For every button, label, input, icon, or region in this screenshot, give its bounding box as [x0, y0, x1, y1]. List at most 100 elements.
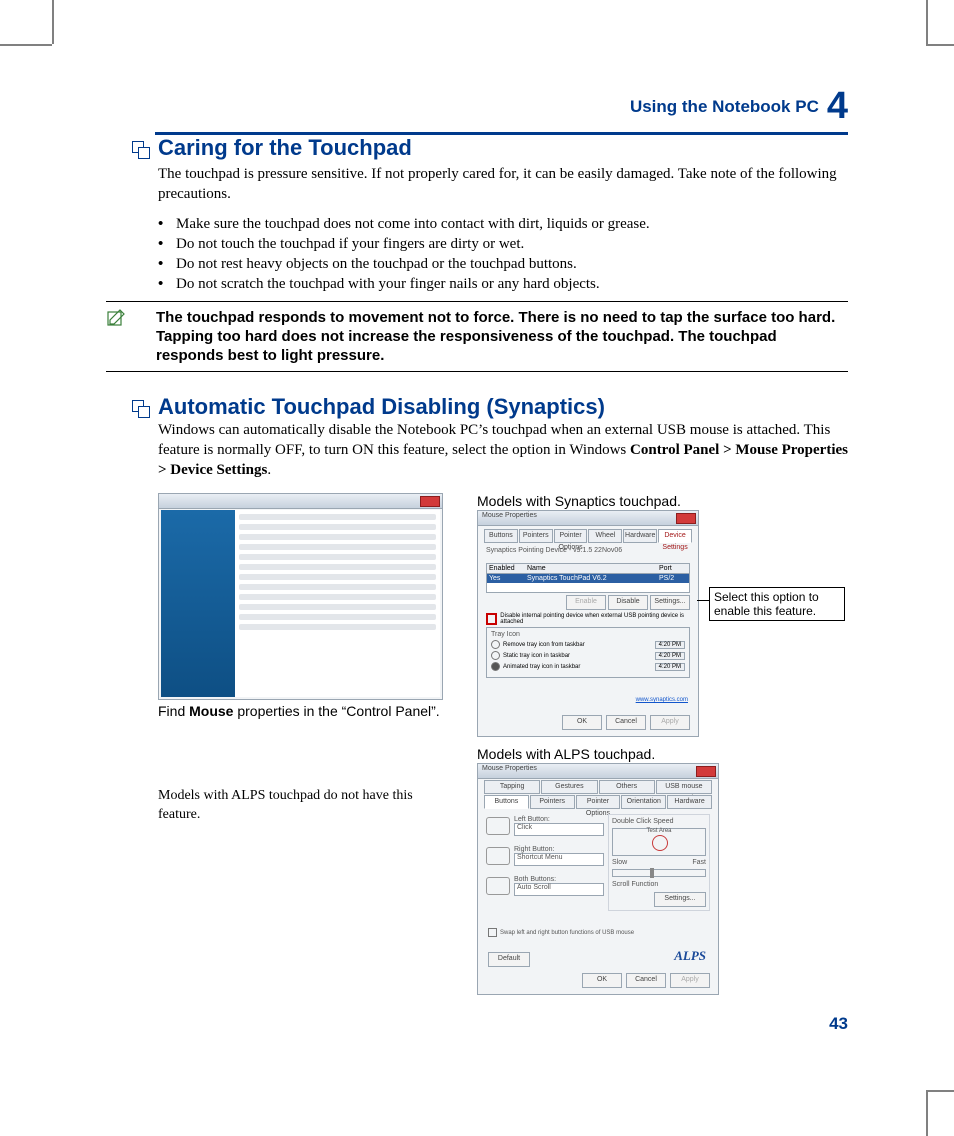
- screenshot-synaptics: Mouse Properties Buttons Pointers Pointe…: [477, 510, 699, 737]
- settings-button: Settings...: [654, 892, 706, 907]
- checkbox-icon: [488, 928, 497, 937]
- crop-mark: [926, 0, 928, 44]
- intro-paragraph: The touchpad is pressure sensitive. If n…: [158, 164, 848, 204]
- col-enabled: Enabled: [487, 564, 525, 573]
- right-btn-label: Right Button:: [514, 846, 604, 853]
- control-panel-content: [235, 510, 440, 697]
- note-icon: [106, 308, 126, 328]
- tray-opt-1: Static tray icon in taskbar: [503, 653, 652, 659]
- cap-cp-post: properties in the “Control Panel”.: [233, 703, 439, 719]
- window-title: Mouse Properties: [482, 765, 537, 772]
- window-titlebar: Mouse Properties: [478, 764, 718, 779]
- fast-label: Fast: [692, 859, 706, 866]
- list-item: Do not touch the touchpad if your finger…: [158, 234, 848, 254]
- cap-cp-bold: Mouse: [189, 703, 233, 719]
- crop-mark: [926, 1092, 928, 1136]
- radio-icon: [491, 640, 500, 649]
- section2-paragraph: Windows can automatically disable the No…: [158, 420, 848, 480]
- tab-device-settings: Device Settings: [658, 529, 692, 543]
- ok-button: OK: [562, 715, 602, 730]
- window-title: Mouse Properties: [482, 512, 537, 519]
- cap-cp-pre: Find: [158, 703, 189, 719]
- clock-1: 4:20 PM: [655, 652, 685, 660]
- swap-checkbox-row: Swap left and right button functions of …: [488, 928, 634, 937]
- list-item: Do not rest heavy objects on the touchpa…: [158, 254, 848, 274]
- close-icon: [696, 766, 716, 777]
- radio-icon: [491, 662, 500, 671]
- screenshot-control-panel: [158, 493, 443, 700]
- callout-connector: [697, 600, 709, 601]
- window-titlebar: [159, 494, 442, 509]
- tab-usb-mouse: USB mouse connection: [656, 780, 712, 794]
- note-text: The touchpad responds to movement not to…: [156, 308, 848, 365]
- checkbox-icon: [486, 613, 497, 625]
- tab-orientation: Orientation: [621, 795, 666, 809]
- touchpad-icon: [486, 877, 510, 895]
- clock-2: 4:20 PM: [655, 663, 685, 671]
- crop-mark: [926, 1090, 954, 1092]
- close-icon: [420, 496, 440, 507]
- left-btn-label: Left Button:: [514, 816, 604, 823]
- both-btn-label: Both Buttons:: [514, 876, 604, 883]
- caption-synaptics: Models with Synaptics touchpad.: [477, 493, 681, 509]
- alps-logo: ALPS: [674, 948, 706, 964]
- tab-tapping: Tapping: [484, 780, 540, 794]
- tab-buttons: Buttons: [484, 529, 518, 543]
- section-icon: [132, 141, 148, 157]
- right-btn-value: Shortcut Menu: [514, 853, 604, 866]
- device-label: Synaptics Pointing Device - v9.1.5 22Nov…: [486, 547, 690, 554]
- enable-button: Enable: [566, 595, 606, 610]
- page-number: 43: [829, 1014, 848, 1034]
- section-icon: [132, 400, 148, 416]
- chapter-number: 4: [827, 85, 848, 127]
- tray-opt-2: Animated tray icon in taskbar: [503, 664, 652, 670]
- disable-button: Disable: [608, 595, 648, 610]
- col-port: Port: [657, 564, 689, 573]
- col-name: Name: [525, 564, 657, 573]
- heading-caring: Caring for the Touchpad: [158, 135, 412, 161]
- tabs-row: Buttons Pointers Pointer Options Wheel H…: [484, 529, 692, 543]
- crop-mark: [52, 0, 54, 44]
- touchpad-icon: [486, 847, 510, 865]
- speed-slider: [612, 869, 706, 877]
- disable-checkbox-label: Disable internal pointing device when ex…: [500, 613, 690, 625]
- tab-pointer-options: Pointer Options: [554, 529, 588, 543]
- radio-icon: [491, 651, 500, 660]
- crop-mark: [926, 44, 954, 46]
- swap-label: Swap left and right button functions of …: [500, 930, 634, 936]
- caption-control-panel: Find Mouse properties in the “Control Pa…: [158, 703, 441, 719]
- both-btn-value: Auto Scroll: [514, 883, 604, 896]
- screenshot-alps: Mouse Properties Tapping Gestures Others…: [477, 763, 719, 995]
- p2-post: .: [267, 462, 271, 478]
- apply-button: Apply: [670, 973, 710, 988]
- tab-pointers: Pointers: [519, 529, 553, 543]
- cancel-button: Cancel: [626, 973, 666, 988]
- scroll-label: Scroll Function: [612, 881, 706, 888]
- tabs-row1: Tapping Gestures Others USB mouse connec…: [484, 780, 712, 794]
- disable-checkbox-row: Disable internal pointing device when ex…: [486, 613, 690, 625]
- synaptics-link: www.synaptics.com: [636, 697, 688, 703]
- test-area-label: Test Area: [613, 828, 705, 834]
- caption-alps: Models with ALPS touchpad.: [477, 746, 655, 762]
- close-icon: [676, 513, 696, 524]
- callout-box: Select this option to enable this featur…: [709, 587, 845, 621]
- tab-pointers: Pointers: [530, 795, 575, 809]
- tab-hardware: Hardware: [623, 529, 657, 543]
- precautions-list: Make sure the touchpad does not come int…: [158, 214, 848, 294]
- settings-button: Settings...: [650, 595, 690, 610]
- heading-auto-disable: Automatic Touchpad Disabling (Synaptics): [158, 394, 605, 420]
- tab-hardware: Hardware: [667, 795, 712, 809]
- note-box: The touchpad responds to movement not to…: [106, 301, 848, 372]
- tab-wheel: Wheel: [588, 529, 622, 543]
- tray-icon-group: Tray Icon Remove tray icon from taskbar4…: [486, 627, 690, 678]
- ok-button: OK: [582, 973, 622, 988]
- clock-0: 4:20 PM: [655, 641, 685, 649]
- tab-pointer-options: Pointer Options: [576, 795, 621, 809]
- device-table: Enabled Name Port Yes Synaptics TouchPad…: [486, 563, 690, 593]
- tab-others: Others: [599, 780, 655, 794]
- window-titlebar: Mouse Properties: [478, 511, 698, 526]
- test-area-box: Test Area: [612, 828, 706, 856]
- cell-port: PS/2: [657, 574, 689, 583]
- tray-heading: Tray Icon: [491, 631, 685, 638]
- slow-label: Slow: [612, 859, 627, 866]
